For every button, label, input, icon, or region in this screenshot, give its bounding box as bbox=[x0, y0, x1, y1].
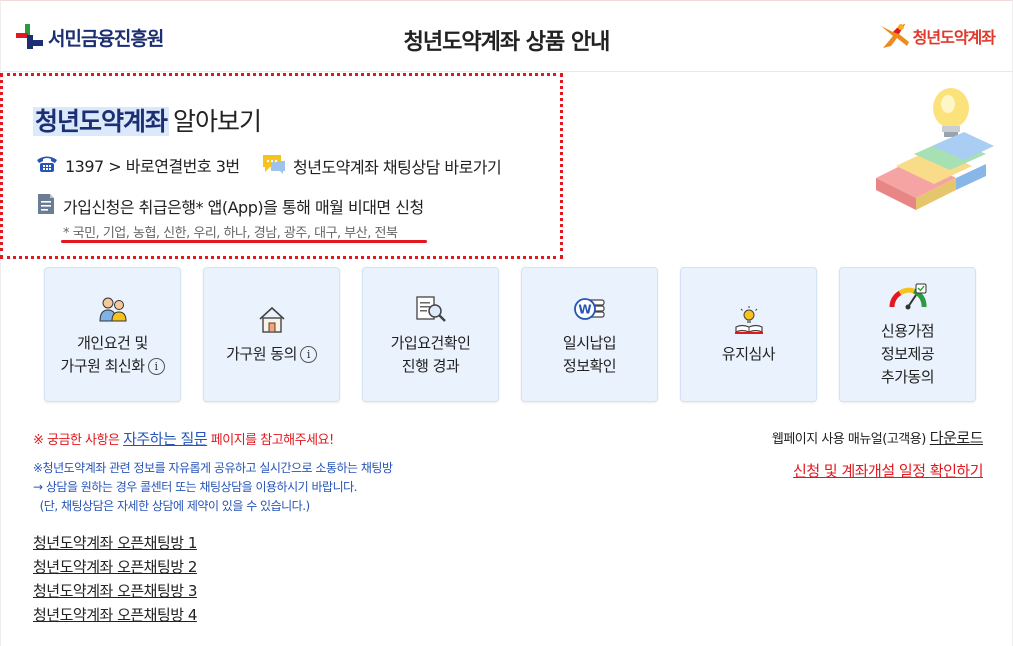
phone-row[interactable]: 1397 > 바로연결번호 3번 bbox=[35, 153, 240, 177]
service-cards: 개인요건 및 가구원 최신화 i 가구원 동의 i 가입요건확인 진행 경과 W… bbox=[44, 267, 976, 402]
card-label: 가입요건확인 진행 경과 bbox=[390, 333, 471, 375]
lightbulb-book-icon bbox=[732, 303, 766, 337]
chat-notice-line: → 상담을 원하는 경우 콜센터 또는 채팅상담을 이용하시기 바랍니다. bbox=[33, 480, 357, 494]
brand-logo[interactable]: 청년도약계좌 bbox=[879, 22, 996, 50]
info-icon[interactable]: i bbox=[299, 346, 317, 363]
manual-download-link[interactable]: 다운로드 bbox=[930, 429, 984, 447]
header: 서민금융진흥원 청년도약계좌 상품 안내 청년도약계좌 bbox=[0, 0, 1013, 72]
faq-link[interactable]: 자주하는 질문 bbox=[123, 430, 208, 448]
svg-text:W: W bbox=[578, 302, 591, 316]
card-label: 유지심사 bbox=[721, 345, 776, 363]
card-label: 가구원 동의 i bbox=[226, 343, 317, 366]
banks-underline bbox=[61, 240, 427, 243]
chat-notice-line: ※청년도약계좌 관련 정보를 자유롭게 공유하고 실시간으로 소통하는 채팅방 bbox=[33, 461, 393, 475]
stairs-lightbulb-illustration bbox=[856, 78, 996, 228]
document-icon bbox=[35, 192, 57, 220]
open-chat-room-list: 청년도약계좌 오픈채팅방 1 청년도약계좌 오픈채팅방 2 청년도약계좌 오픈채… bbox=[33, 531, 197, 627]
page-title: 청년도약계좌 상품 안내 bbox=[403, 30, 611, 55]
user-manual: 웹페이지 사용 매뉴얼(고객용) 다운로드 bbox=[771, 427, 984, 448]
intro-title: 청년도약계좌 알아보기 bbox=[33, 102, 262, 138]
chat-notice-line: (단, 채팅상담은 자세한 상담에 제약이 있을 수 있습니다.) bbox=[33, 499, 311, 513]
apply-row: 가입신청은 취급은행* 앱(App)을 통해 매월 비대면 신청 bbox=[35, 192, 424, 220]
banks-list: * 국민, 기업, 농협, 신한, 우리, 하나, 경남, 광주, 대구, 부산… bbox=[63, 226, 398, 241]
card-credit-points-consent[interactable]: 신용가점 정보제공 추가동의 bbox=[839, 267, 976, 402]
brand-logo-text: 청년도약계좌 bbox=[912, 28, 996, 47]
apply-text: 가입신청은 취급은행* 앱(App)을 통해 매월 비대면 신청 bbox=[63, 198, 424, 217]
chat-consult-text: 청년도약계좌 채팅상담 바로가기 bbox=[293, 158, 502, 177]
people-icon bbox=[97, 292, 129, 326]
card-label: 신용가점 정보제공 추가동의 bbox=[880, 322, 935, 386]
card-lump-sum-info[interactable]: W 일시납입 정보확인 bbox=[521, 267, 658, 402]
info-icon[interactable]: i bbox=[147, 357, 165, 375]
card-personal-requirements[interactable]: 개인요건 및 가구원 최신화 i bbox=[44, 267, 181, 402]
open-chat-room-link[interactable]: 청년도약계좌 오픈채팅방 3 bbox=[33, 579, 197, 603]
intro-title-rest: 알아보기 bbox=[173, 107, 262, 136]
open-chat-room-link[interactable]: 청년도약계좌 오픈채팅방 1 bbox=[33, 531, 197, 555]
gauge-icon bbox=[888, 280, 928, 314]
document-search-icon bbox=[414, 292, 448, 326]
schedule-link[interactable]: 신청 및 계좌개설 일정 확인하기 bbox=[793, 460, 983, 481]
card-label: 개인요건 및 가구원 최신화 i bbox=[60, 332, 165, 378]
faq-notice: ※ 궁금한 사항은 자주하는 질문 페이지를 참고해주세요! bbox=[33, 430, 334, 448]
intro-box: 청년도약계좌 알아보기 1397 > 바로연결번호 3번 청년도약계좌 채팅상담 … bbox=[0, 73, 563, 259]
coin-icon: W bbox=[573, 292, 607, 326]
card-household-consent[interactable]: 가구원 동의 i bbox=[203, 267, 340, 402]
phone-text: 1397 > 바로연결번호 3번 bbox=[65, 157, 240, 176]
card-label: 일시납입 정보확인 bbox=[562, 333, 617, 375]
phone-icon bbox=[35, 153, 59, 177]
brand-logo-icon bbox=[880, 24, 909, 48]
chat-consult-link[interactable]: 청년도약계좌 채팅상담 바로가기 bbox=[261, 153, 502, 179]
house-icon bbox=[257, 303, 287, 337]
card-maintenance-review[interactable]: 유지심사 bbox=[680, 267, 817, 402]
open-chat-room-link[interactable]: 청년도약계좌 오픈채팅방 4 bbox=[33, 603, 197, 627]
open-chat-room-link[interactable]: 청년도약계좌 오픈채팅방 2 bbox=[33, 555, 197, 579]
chat-room-notice: ※청년도약계좌 관련 정보를 자유롭게 공유하고 실시간으로 소통하는 채팅방 … bbox=[33, 459, 393, 516]
chat-bubble-icon bbox=[261, 153, 287, 179]
intro-title-highlight: 청년도약계좌 bbox=[33, 107, 170, 136]
manual-text: 웹페이지 사용 매뉴얼(고객용) bbox=[771, 432, 926, 447]
card-eligibility-progress[interactable]: 가입요건확인 진행 경과 bbox=[362, 267, 499, 402]
